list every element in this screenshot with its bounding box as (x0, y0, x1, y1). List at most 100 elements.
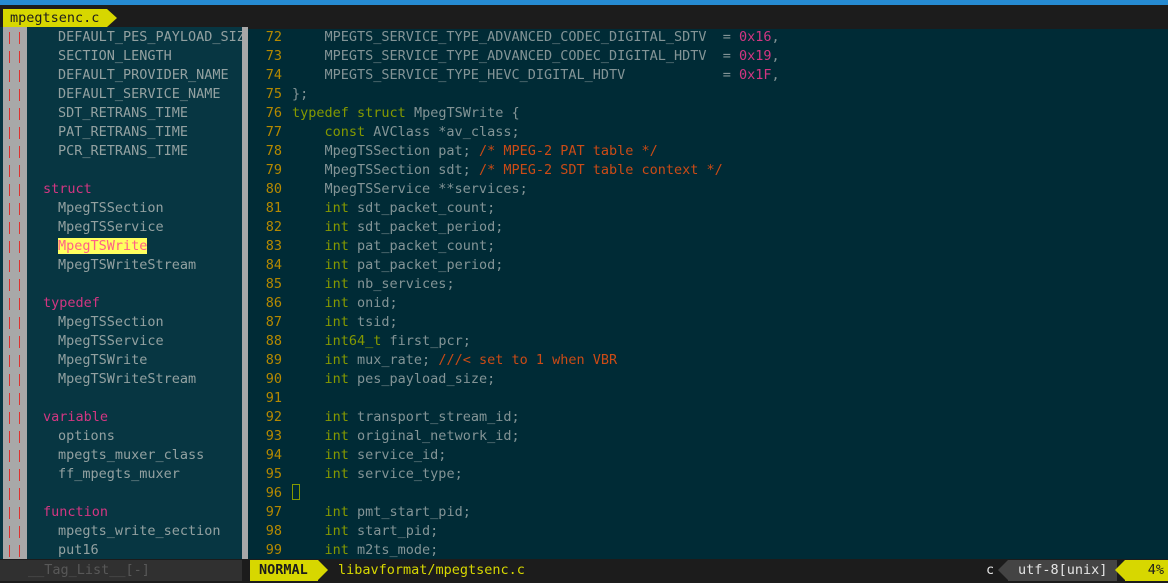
tag-item[interactable]: MpegTSService (28, 218, 164, 237)
tag-item[interactable]: MpegTSWrite (28, 351, 147, 370)
tag-item[interactable]: MpegTSWrite (28, 237, 148, 256)
gutter-mark (3, 351, 27, 370)
code-line[interactable]: 99 int m2ts_mode; (248, 541, 439, 560)
tag-item[interactable]: PAT_RETRANS_TIME (28, 123, 188, 142)
code-line[interactable]: 91 (248, 389, 292, 408)
code-token: mux_rate; (348, 352, 439, 368)
tag-category-header[interactable]: function (28, 503, 108, 522)
line-number: 99 (265, 542, 282, 558)
code-line[interactable]: 80 MpegTSService **services; (248, 180, 528, 199)
code-line[interactable]: 84 int pat_packet_period; (248, 256, 504, 275)
code-line[interactable]: 89 int mux_rate; ///< set to 1 when VBR (248, 351, 617, 370)
code-line[interactable]: 82 int sdt_packet_period; (248, 218, 504, 237)
tag-item-label: MpegTSWrite (58, 238, 148, 254)
line-number: 89 (265, 352, 282, 368)
tag-item[interactable]: ff_mpegts_muxer (28, 465, 180, 484)
code-line[interactable]: 86 int onid; (248, 294, 398, 313)
tag-item[interactable]: MpegTSService (28, 332, 164, 351)
line-number: 84 (265, 257, 282, 273)
tag-item[interactable]: mpegts_write_section (28, 522, 221, 541)
line-number: 90 (265, 371, 282, 387)
code-token: nb_services; (348, 276, 455, 292)
tag-category-header[interactable]: struct (28, 180, 92, 199)
line-number: 79 (265, 162, 282, 178)
line-number: 98 (265, 523, 282, 539)
line-text (282, 390, 292, 406)
code-token: AVClass *av_class; (365, 124, 520, 140)
code-line[interactable]: 85 int nb_services; (248, 275, 455, 294)
code-line[interactable]: 79 MpegTSSection sdt; /* MPEG-2 SDT tabl… (248, 161, 723, 180)
code-token: MPEGTS_SERVICE_TYPE_ADVANCED_CODEC_DIGIT… (292, 48, 740, 64)
code-editor[interactable]: 72 MPEGTS_SERVICE_TYPE_ADVANCED_CODEC_DI… (248, 27, 1168, 559)
line-number: 85 (265, 276, 282, 292)
tag-item-label: MpegTSService (58, 333, 164, 349)
code-line[interactable]: 81 int sdt_packet_count; (248, 199, 495, 218)
gutter-mark (3, 199, 27, 218)
code-line[interactable]: 94 int service_id; (248, 446, 447, 465)
code-line[interactable]: 72 MPEGTS_SERVICE_TYPE_ADVANCED_CODEC_DI… (248, 28, 780, 47)
tab-mpegtsenc[interactable]: mpegtsenc.c (3, 9, 118, 28)
tag-item[interactable]: put16 (28, 541, 99, 559)
code-line[interactable]: 95 int service_type; (248, 465, 463, 484)
code-line[interactable]: 77 const AVClass *av_class; (248, 123, 520, 142)
code-line[interactable]: 74 MPEGTS_SERVICE_TYPE_HEVC_DIGITAL_HDTV… (248, 66, 780, 85)
code-line[interactable]: 88 int64_t first_pcr; (248, 332, 471, 351)
line-text: int pmt_start_pid; (282, 504, 471, 520)
line-text: int service_type; (282, 466, 463, 482)
tag-item[interactable]: MpegTSSection (28, 313, 164, 332)
code-line[interactable]: 78 MpegTSSection pat; /* MPEG-2 PAT tabl… (248, 142, 658, 161)
code-line[interactable]: 83 int pat_packet_count; (248, 237, 495, 256)
code-token: int (324, 257, 349, 273)
tag-list-pane[interactable]: DEFAULT_PES_PAYLOAD_SIZE SECTION_LENGTH DE… (0, 27, 246, 559)
line-number: 78 (265, 143, 282, 159)
tag-category-header[interactable]: variable (28, 408, 108, 427)
line-text (282, 484, 300, 501)
tag-item[interactable]: mpegts_muxer_class (28, 446, 204, 465)
gutter-mark (3, 123, 27, 142)
code-token: MpegTSSection pat; (292, 143, 479, 159)
line-number: 86 (265, 295, 282, 311)
code-line[interactable]: 90 int pes_payload_size; (248, 370, 495, 389)
line-number: 80 (265, 181, 282, 197)
tag-item[interactable]: MpegTSWriteStream (28, 370, 196, 389)
code-token: int (324, 371, 349, 387)
code-line[interactable]: 87 int tsid; (248, 313, 398, 332)
tag-category-header[interactable]: typedef (28, 294, 100, 313)
code-token: MpegTSService **services; (292, 181, 528, 197)
code-token: int (324, 523, 349, 539)
code-line[interactable]: 76 typedef struct MpegTSWrite { (248, 104, 520, 123)
tag-item[interactable]: MpegTSWriteStream (28, 256, 196, 275)
code-token: int (324, 504, 349, 520)
tag-item[interactable]: DEFAULT_SERVICE_NAME (28, 85, 221, 104)
line-number: 97 (265, 504, 282, 520)
text-cursor (292, 484, 300, 500)
code-token: /* MPEG-2 SDT table context */ (478, 162, 723, 178)
code-line[interactable]: 73 MPEGTS_SERVICE_TYPE_ADVANCED_CODEC_DI… (248, 47, 780, 66)
tag-item[interactable]: DEFAULT_PROVIDER_NAME (28, 66, 229, 85)
tag-item[interactable]: SECTION_LENGTH (28, 47, 172, 66)
tag-item[interactable]: options (28, 427, 115, 446)
code-line[interactable]: 98 int start_pid; (248, 522, 439, 541)
code-token: int (324, 542, 349, 558)
code-line[interactable]: 75}; (248, 85, 309, 104)
code-token: first_pcr; (381, 333, 471, 349)
tag-item[interactable]: DEFAULT_PES_PAYLOAD_SIZE (28, 28, 246, 47)
tag-item[interactable]: PCR_RETRANS_TIME (28, 142, 188, 161)
code-line[interactable]: 96 (248, 484, 300, 503)
line-text: int sdt_packet_period; (282, 219, 504, 235)
gutter-mark (3, 85, 27, 104)
gutter-mark (3, 104, 27, 123)
code-line[interactable]: 97 int pmt_start_pid; (248, 503, 471, 522)
tag-item[interactable]: SDT_RETRANS_TIME (28, 104, 188, 123)
code-line[interactable]: 93 int original_network_id; (248, 427, 520, 446)
code-line[interactable]: 92 int transport_stream_id; (248, 408, 520, 427)
line-text: int mux_rate; ///< set to 1 when VBR (282, 352, 618, 368)
tag-item[interactable]: MpegTSSection (28, 199, 164, 218)
gutter-mark (3, 294, 27, 313)
code-token: service_type; (348, 466, 463, 482)
code-token: original_network_id; (348, 428, 520, 444)
tabline: mpegtsenc.c (0, 5, 1168, 29)
